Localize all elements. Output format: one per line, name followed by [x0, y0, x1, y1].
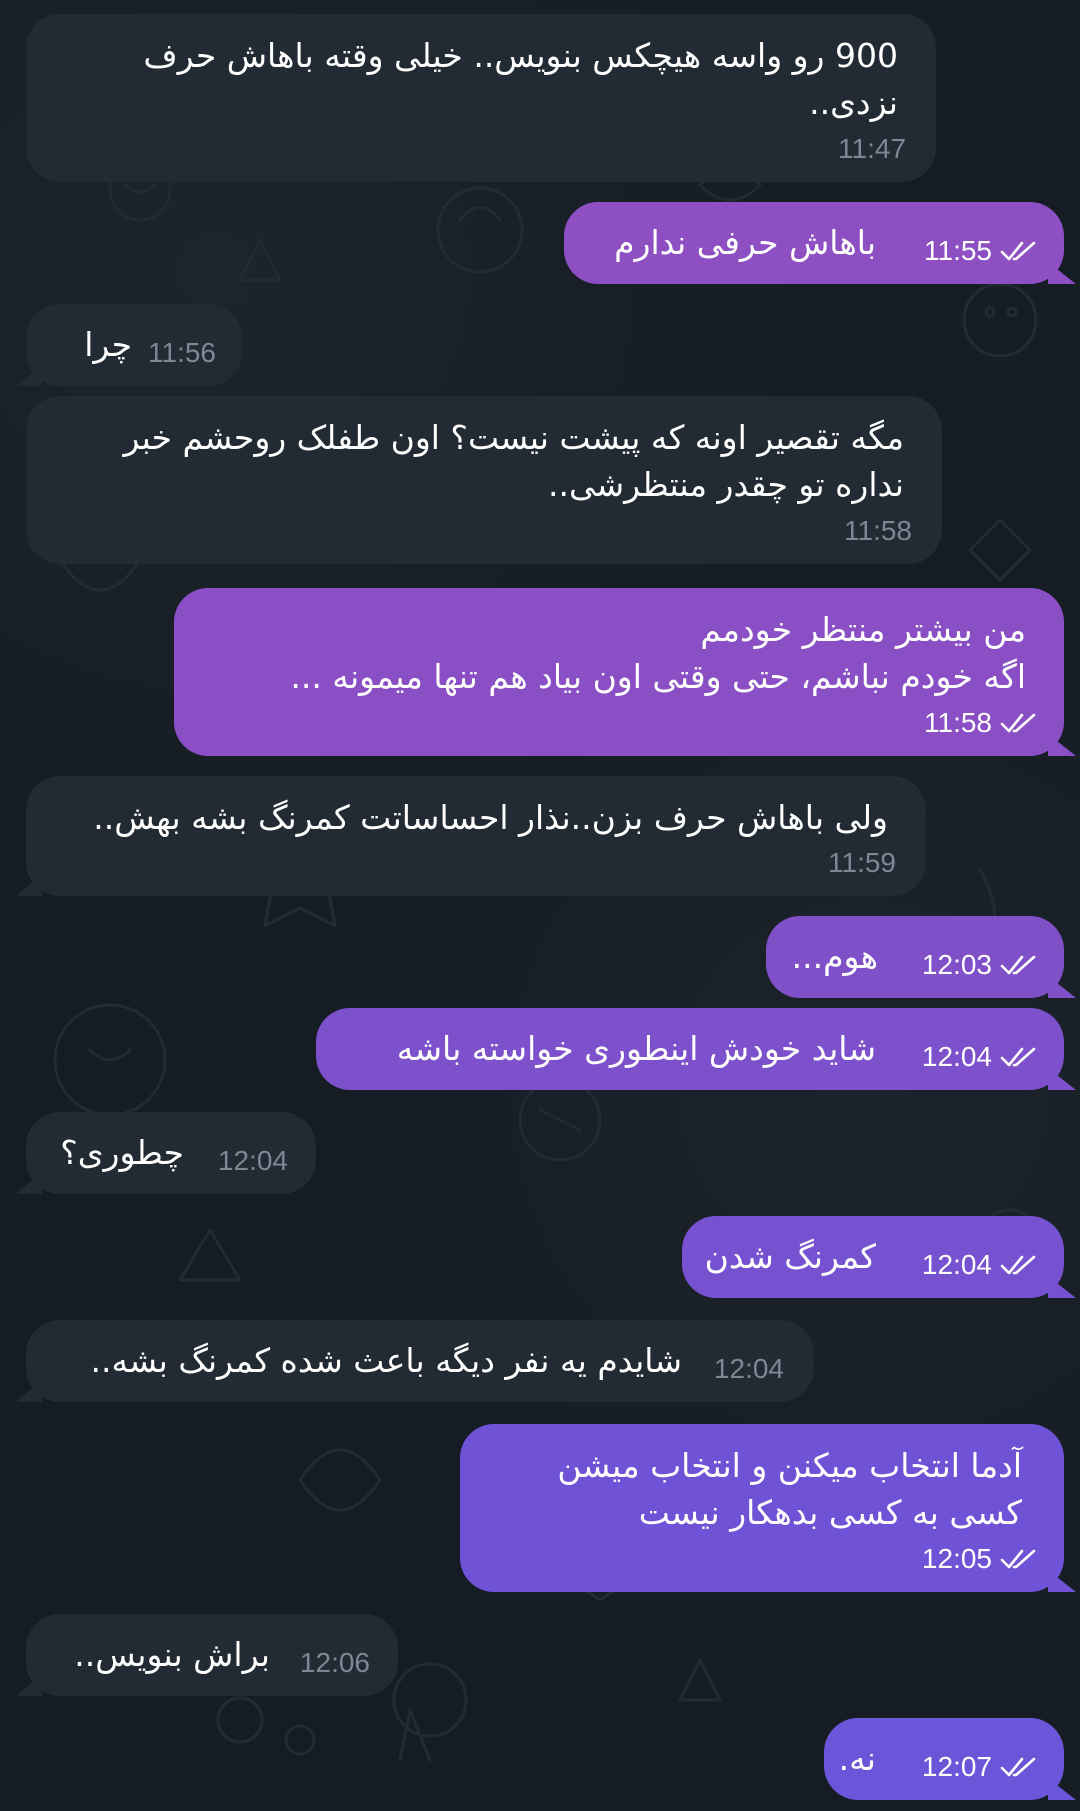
double-check-icon — [1000, 1549, 1036, 1569]
message-time: 11:59 — [828, 847, 896, 878]
incoming-message[interactable]: مگه تقصیر اونه که پیشت نیست؟ اون طفلک رو… — [26, 396, 942, 564]
outgoing-message[interactable]: شاید خودش اینطوری خواسته باشه 12:04 — [316, 1008, 1064, 1090]
message-meta: 12:04 — [922, 1248, 1038, 1282]
message-time: 12:07 — [921, 1751, 992, 1782]
message-text: 900 رو واسه هیچکس بنویس.. خیلی وقته باها… — [143, 36, 898, 122]
message-meta: 11:58 — [844, 514, 912, 548]
message-text: شایدم یه نفر دیگه باعث شده کمرنگ بشه.. — [90, 1341, 682, 1380]
message-meta: 11:47 — [838, 132, 906, 166]
message-time: 12:06 — [299, 1647, 370, 1678]
message-time: 12:04 — [921, 1249, 992, 1280]
double-check-icon — [1000, 713, 1036, 733]
message-time: 12:03 — [921, 949, 992, 980]
message-time: 12:05 — [921, 1543, 992, 1574]
message-meta: 12:06 — [300, 1646, 370, 1680]
message-meta: 11:58 — [924, 706, 1038, 740]
message-meta: 12:04 — [714, 1352, 784, 1386]
double-check-icon — [1000, 1255, 1036, 1275]
incoming-message[interactable]: چرا 11:56 — [26, 304, 242, 386]
message-meta: 12:05 — [922, 1542, 1038, 1576]
outgoing-message[interactable]: باهاش حرفی ندارم 11:55 — [564, 202, 1064, 284]
message-text: آدما انتخاب میکنن و انتخاب میشن کسی به ک… — [557, 1446, 1022, 1532]
incoming-message[interactable]: شایدم یه نفر دیگه باعث شده کمرنگ بشه.. 1… — [26, 1320, 814, 1402]
message-meta: 12:03 — [922, 948, 1038, 982]
outgoing-message[interactable]: کمرنگ شدن 12:04 — [682, 1216, 1064, 1298]
outgoing-message[interactable]: آدما انتخاب میکنن و انتخاب میشن کسی به ک… — [460, 1424, 1064, 1592]
message-text: هوم... — [791, 937, 878, 976]
incoming-message[interactable]: 900 رو واسه هیچکس بنویس.. خیلی وقته باها… — [26, 14, 936, 182]
message-time: 11:47 — [838, 133, 906, 164]
message-text: کمرنگ شدن — [704, 1237, 876, 1276]
double-check-icon — [1000, 1047, 1036, 1067]
message-time: 11:56 — [148, 337, 216, 368]
message-text: مگه تقصیر اونه که پیشت نیست؟ اون طفلک رو… — [123, 418, 904, 504]
message-meta: 12:04 — [218, 1144, 288, 1178]
message-time: 11:58 — [844, 515, 912, 546]
message-text: ولی باهاش حرف بزن..نذار احساساتت کمرنگ ب… — [93, 798, 888, 837]
outgoing-message[interactable]: نه. 12:07 — [824, 1718, 1064, 1800]
message-text: شاید خودش اینطوری خواسته باشه — [396, 1029, 876, 1068]
message-meta: 11:55 — [924, 234, 1038, 268]
double-check-icon — [1000, 1757, 1036, 1777]
message-meta: 11:56 — [148, 336, 216, 370]
chat-view[interactable]: 900 رو واسه هیچکس بنویس.. خیلی وقته باها… — [0, 0, 1080, 1811]
double-check-icon — [1000, 955, 1036, 975]
incoming-message[interactable]: براش بنویس.. 12:06 — [26, 1614, 398, 1696]
message-time: 12:04 — [921, 1041, 992, 1072]
message-time: 11:55 — [924, 235, 992, 266]
message-text: باهاش حرفی ندارم — [614, 223, 876, 262]
incoming-message[interactable]: ولی باهاش حرف بزن..نذار احساساتت کمرنگ ب… — [26, 776, 926, 896]
message-text: نه. — [838, 1739, 876, 1778]
message-meta: 12:07 — [922, 1750, 1038, 1784]
message-time: 11:58 — [924, 707, 992, 738]
incoming-message[interactable]: چطوری؟ 12:04 — [26, 1112, 316, 1194]
message-text: براش بنویس.. — [74, 1635, 270, 1674]
message-text: چطوری؟ — [60, 1133, 184, 1172]
message-time: 12:04 — [217, 1145, 288, 1176]
message-text: من بیشتر منتظر خودمم اگه خودم نباشم، حتی… — [290, 610, 1026, 696]
outgoing-message[interactable]: هوم... 12:03 — [766, 916, 1064, 998]
double-check-icon — [1000, 241, 1036, 261]
message-meta: 11:59 — [828, 846, 896, 880]
message-meta: 12:04 — [922, 1040, 1038, 1074]
outgoing-message[interactable]: من بیشتر منتظر خودمم اگه خودم نباشم، حتی… — [174, 588, 1064, 756]
message-text: چرا — [84, 325, 132, 364]
message-time: 12:04 — [713, 1353, 784, 1384]
